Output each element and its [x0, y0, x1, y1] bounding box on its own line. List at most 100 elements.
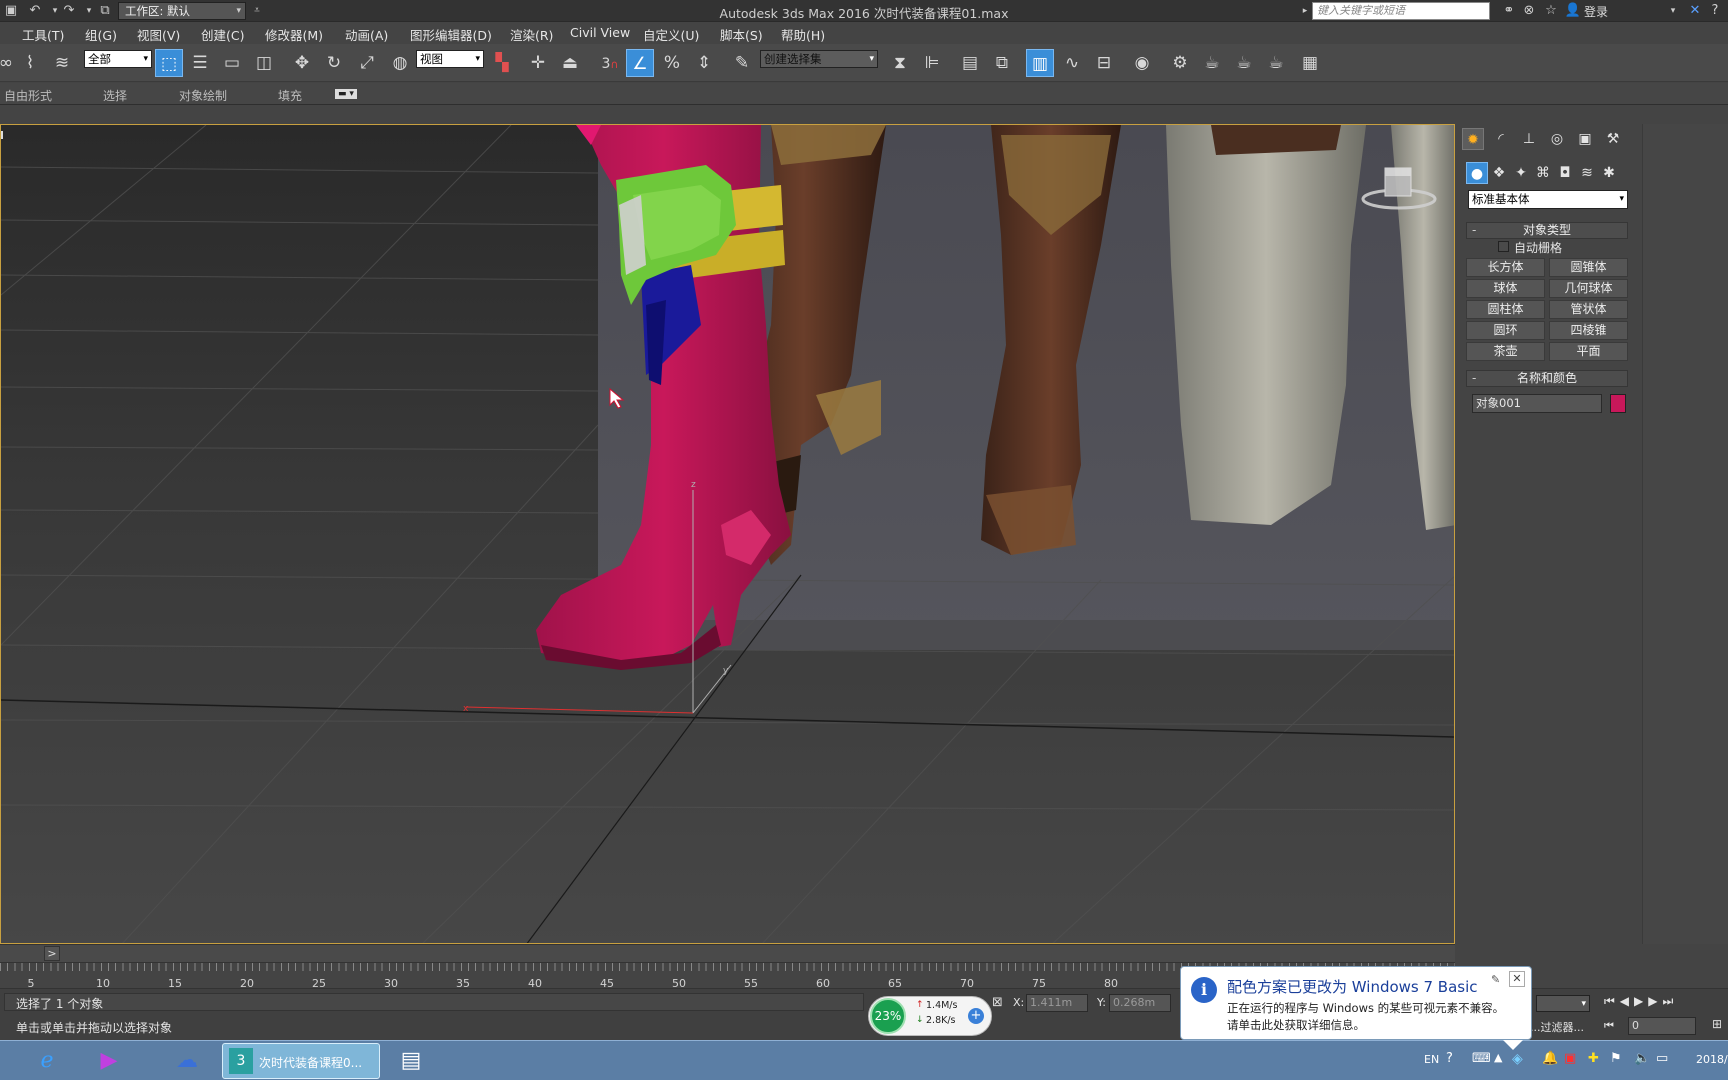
select-and-rotate-icon[interactable]: ↻	[320, 49, 348, 77]
show-hidden-icons[interactable]: ▲	[1494, 1051, 1502, 1064]
autogrid-checkbox[interactable]	[1498, 241, 1509, 252]
display-tab-icon[interactable]: ▣	[1574, 128, 1596, 150]
binoculars-icon[interactable]: ⚭	[1500, 2, 1518, 20]
select-and-place-icon[interactable]: ◍	[386, 49, 414, 77]
options-icon[interactable]: ✎	[1491, 973, 1500, 986]
pyramid-button[interactable]: 四棱锥	[1549, 321, 1628, 340]
playback-controls[interactable]: ⏮◀▶▶⏭	[1604, 994, 1678, 1009]
torus-button[interactable]: 圆环	[1466, 321, 1545, 340]
key-filters-label[interactable]: ...过滤器...	[1530, 1019, 1584, 1035]
geometry-icon[interactable]: ●	[1466, 162, 1488, 184]
cameras-icon[interactable]: ⌘	[1532, 162, 1554, 184]
input-method-icon[interactable]: ⌨	[1472, 1051, 1491, 1066]
network-tray-icon[interactable]: ◈	[1512, 1051, 1523, 1067]
scene-explorer-icon[interactable]: ▤	[956, 49, 984, 77]
select-by-name-icon[interactable]: ☰	[186, 49, 214, 77]
space-warp-icon[interactable]: ≋	[48, 49, 76, 77]
name-color-rollout-header[interactable]: - 名称和颜色	[1466, 370, 1628, 387]
tube-button[interactable]: 管状体	[1549, 300, 1628, 319]
render-production-icon[interactable]: ☕	[1230, 49, 1258, 77]
modify-tab-icon[interactable]: ◜	[1490, 128, 1512, 150]
video-player-icon[interactable]: ▶	[92, 1045, 126, 1077]
cylinder-button[interactable]: 圆柱体	[1466, 300, 1545, 319]
menu-customize[interactable]: 自定义(U)	[643, 25, 699, 44]
time-slider[interactable]: >	[0, 944, 1455, 962]
user-icon[interactable]: 👤	[1564, 2, 1582, 20]
ribbon-tab-populate[interactable]: 填充	[278, 87, 302, 104]
window-crossing-icon[interactable]: ◫	[250, 49, 278, 77]
menu-modifiers[interactable]: 修改器(M)	[265, 25, 323, 44]
taskbar-3dsmax-button[interactable]: 3 次时代装备课程0...	[222, 1043, 380, 1079]
volume-icon[interactable]: 🔈	[1634, 1051, 1650, 1066]
keyboard-shortcut-override-icon[interactable]: ⏏	[556, 49, 584, 77]
motion-tab-icon[interactable]: ◎	[1546, 128, 1568, 150]
menu-animation[interactable]: 动画(A)	[345, 25, 388, 44]
toggle-ribbon-icon[interactable]: ▥	[1026, 49, 1054, 77]
search-input[interactable]: 键入关键字或短语	[1312, 2, 1490, 20]
layer-manager-icon[interactable]: ⧉	[988, 49, 1016, 77]
baidu-netdisk-icon[interactable]: ☁	[170, 1045, 204, 1077]
menu-tools[interactable]: 工具(T)	[22, 25, 64, 44]
expand-plus-icon[interactable]: +	[968, 1008, 984, 1024]
spinner-snap-icon[interactable]: ⇕	[690, 49, 718, 77]
geometry-category-dropdown[interactable]: 标准基本体 ▾	[1468, 190, 1628, 209]
systems-icon[interactable]: ✱	[1598, 162, 1620, 184]
input-language[interactable]: EN	[1424, 1053, 1439, 1066]
absolute-mode-icon[interactable]: ⊠	[992, 995, 1003, 1010]
menu-create[interactable]: 创建(C)	[201, 25, 244, 44]
angle-snap-icon[interactable]: ∠	[626, 49, 654, 77]
360-tray-icon[interactable]: ✚	[1588, 1051, 1599, 1066]
help-icon[interactable]: ?	[1706, 2, 1724, 20]
y-coordinate-field[interactable]: 0.268m	[1109, 994, 1171, 1012]
perspective-viewport[interactable]: z x y	[0, 124, 1455, 944]
select-and-move-icon[interactable]: ✥	[288, 49, 316, 77]
align-icon[interactable]: ⊫	[918, 49, 946, 77]
rendered-frame-window-icon[interactable]: ☕	[1198, 49, 1226, 77]
ribbon-tab-selection[interactable]: 选择	[103, 87, 127, 104]
menu-help[interactable]: 帮助(H)	[781, 25, 825, 44]
shapes-icon[interactable]: ❖	[1488, 162, 1510, 184]
sphere-button[interactable]: 球体	[1466, 279, 1545, 298]
ribbon-tab-freeform[interactable]: 自由形式	[4, 87, 52, 104]
geosphere-button[interactable]: 几何球体	[1549, 279, 1628, 298]
utilities-tab-icon[interactable]: ⚒	[1602, 128, 1624, 150]
hierarchy-tab-icon[interactable]: ⊥	[1518, 128, 1540, 150]
login-link[interactable]: 登录	[1584, 3, 1608, 20]
render-online-icon[interactable]: ▦	[1296, 49, 1324, 77]
current-frame-field[interactable]: 0	[1628, 1017, 1696, 1035]
teapot-button[interactable]: 茶壶	[1466, 342, 1545, 361]
notification-tray-icon[interactable]: 🔔	[1542, 1051, 1558, 1066]
object-type-rollout-header[interactable]: - 对象类型	[1466, 222, 1628, 239]
flag-tray-icon[interactable]: ⚑	[1610, 1051, 1622, 1066]
select-and-scale-icon[interactable]: ⤢	[353, 49, 381, 77]
menu-group[interactable]: 组(G)	[85, 25, 117, 44]
object-name-field[interactable]: 对象001	[1472, 394, 1602, 413]
reference-coordinate-dropdown[interactable]: 视图 ▾	[416, 50, 484, 68]
internet-explorer-icon[interactable]: ℯ	[30, 1045, 64, 1077]
lights-icon[interactable]: ✦	[1510, 162, 1532, 184]
power-tray-icon[interactable]: ▭	[1656, 1051, 1668, 1066]
curve-editor-icon[interactable]: ∿	[1058, 49, 1086, 77]
favorites-star-icon[interactable]: ☆	[1542, 2, 1560, 20]
close-icon[interactable]: ✕	[1509, 971, 1525, 987]
render-setup-icon[interactable]: ⚙	[1166, 49, 1194, 77]
rectangle-selection-icon[interactable]: ▭	[218, 49, 246, 77]
help-tray-icon[interactable]: ?	[1446, 1051, 1453, 1066]
menu-graph-editors[interactable]: 图形编辑器(D)	[410, 25, 492, 44]
box-button[interactable]: 长方体	[1466, 258, 1545, 277]
film-strip-icon[interactable]: ▤	[394, 1045, 428, 1077]
create-tab-icon[interactable]: ✹	[1462, 128, 1484, 150]
time-slider-next-button[interactable]: >	[44, 946, 60, 961]
login-dropdown-icon[interactable]: ▾	[1664, 2, 1682, 20]
named-selection-dropdown[interactable]: 创建选择集 ▾	[760, 50, 878, 68]
x-coordinate-field[interactable]: 1.411m	[1026, 994, 1088, 1012]
plane-button[interactable]: 平面	[1549, 342, 1628, 361]
menu-rendering[interactable]: 渲染(R)	[510, 25, 553, 44]
bind-space-warp-icon[interactable]: ⌇	[16, 49, 44, 77]
selection-filter-dropdown[interactable]: 全部 ▾	[84, 50, 152, 68]
mirror-icon[interactable]: ⧗	[886, 49, 914, 77]
cone-button[interactable]: 圆锥体	[1549, 258, 1628, 277]
schematic-view-icon[interactable]: ⊟	[1090, 49, 1118, 77]
ribbon-options-icon[interactable]: ▬ ▾	[335, 89, 357, 99]
exchange-icon[interactable]: ✕	[1686, 2, 1704, 20]
